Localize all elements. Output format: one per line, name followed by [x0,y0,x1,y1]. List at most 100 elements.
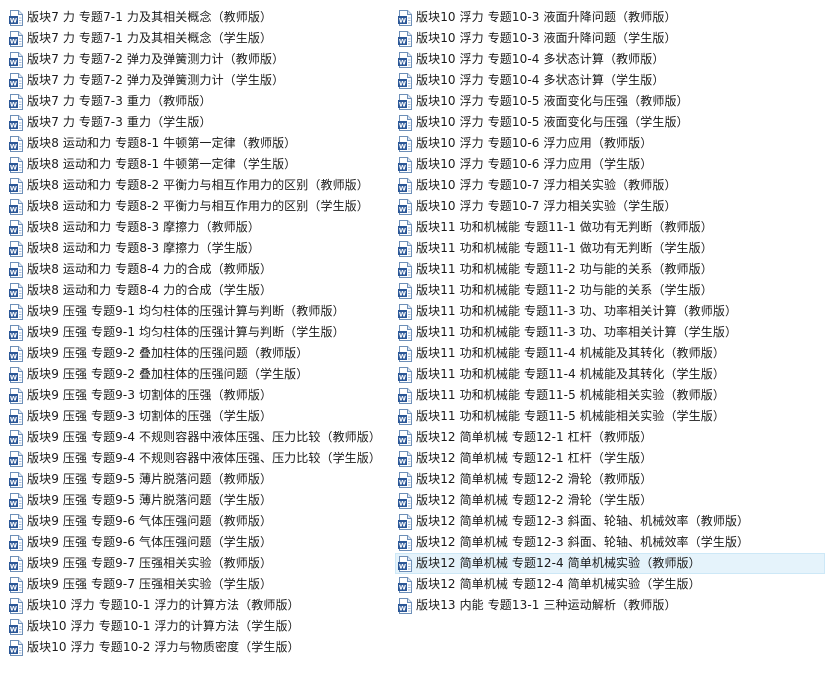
file-name: 版块9 压强 专题9-4 不规则容器中液体压强、压力比较（教师版） [27,430,381,444]
file-item[interactable]: W 版块11 功和机械能 专题11-4 机械能及其转化（学生版） [395,364,825,385]
word-document-icon: W [398,555,412,572]
file-item[interactable]: W 版块10 浮力 专题10-4 多状态计算（学生版） [395,70,825,91]
file-item[interactable]: W 版块9 压强 专题9-4 不规则容器中液体压强、压力比较（教师版） [6,427,391,448]
file-item[interactable]: W 版块10 浮力 专题10-3 液面升降问题（教师版） [395,7,825,28]
file-item[interactable]: W 版块11 功和机械能 专题11-1 做功有无判断（学生版） [395,238,825,259]
file-name: 版块12 简单机械 专题12-2 滑轮（学生版） [416,493,653,507]
file-item[interactable]: W 版块9 压强 专题9-5 薄片脱落问题（教师版） [6,469,391,490]
file-item[interactable]: W 版块11 功和机械能 专题11-5 机械能相关实验（学生版） [395,406,825,427]
svg-text:W: W [10,625,17,633]
file-item[interactable]: W 版块9 压强 专题9-1 均匀柱体的压强计算与判断（教师版） [6,301,391,322]
word-document-icon: W [9,534,23,551]
file-item[interactable]: W 版块7 力 专题7-1 力及其相关概念（教师版） [6,7,391,28]
file-item[interactable]: W 版块10 浮力 专题10-6 浮力应用（学生版） [395,154,825,175]
file-item[interactable]: W 版块9 压强 专题9-7 压强相关实验（教师版） [6,553,391,574]
file-item[interactable]: W 版块7 力 专题7-2 弹力及弹簧测力计（教师版） [6,49,391,70]
file-item[interactable]: W 版块12 简单机械 专题12-2 滑轮（教师版） [395,469,825,490]
file-name: 版块10 浮力 专题10-3 液面升降问题（学生版） [416,31,677,45]
file-item[interactable]: W 版块11 功和机械能 专题11-3 功、功率相关计算（学生版） [395,322,825,343]
svg-text:W: W [399,226,406,234]
file-name: 版块10 浮力 专题10-1 浮力的计算方法（学生版） [27,619,300,633]
file-item[interactable]: W 版块12 简单机械 专题12-3 斜面、轮轴、机械效率（教师版） [395,511,825,532]
svg-text:W: W [10,646,17,654]
file-item[interactable]: W 版块12 简单机械 专题12-4 简单机械实验（教师版） [395,553,825,574]
word-document-icon: W [398,387,412,404]
file-item[interactable]: W 版块10 浮力 专题10-7 浮力相关实验（教师版） [395,175,825,196]
file-item[interactable]: W 版块11 功和机械能 专题11-5 机械能相关实验（教师版） [395,385,825,406]
file-item[interactable]: W 版块9 压强 专题9-5 薄片脱落问题（学生版） [6,490,391,511]
file-item[interactable]: W 版块10 浮力 专题10-5 液面变化与压强（教师版） [395,91,825,112]
file-item[interactable]: W 版块7 力 专题7-2 弹力及弹簧测力计（学生版） [6,70,391,91]
svg-text:W: W [399,415,406,423]
file-item[interactable]: W 版块9 压强 专题9-3 切割体的压强（教师版） [6,385,391,406]
file-item[interactable]: W 版块9 压强 专题9-1 均匀柱体的压强计算与判断（学生版） [6,322,391,343]
word-document-icon: W [9,219,23,236]
file-item[interactable]: W 版块12 简单机械 专题12-1 杠杆（教师版） [395,427,825,448]
file-name: 版块9 压强 专题9-3 切割体的压强（教师版） [27,388,273,402]
file-name: 版块12 简单机械 专题12-3 斜面、轮轴、机械效率（教师版） [416,514,750,528]
svg-text:W: W [399,58,406,66]
word-document-icon: W [9,198,23,215]
file-item[interactable]: W 版块8 运动和力 专题8-3 摩擦力（学生版） [6,238,391,259]
svg-text:W: W [10,562,17,570]
file-name: 版块9 压强 专题9-7 压强相关实验（教师版） [27,556,273,570]
file-item[interactable]: W 版块9 压强 专题9-4 不规则容器中液体压强、压力比较（学生版） [6,448,391,469]
file-item[interactable]: W 版块10 浮力 专题10-2 浮力与物质密度（学生版） [6,637,391,658]
file-item[interactable]: W 版块8 运动和力 专题8-3 摩擦力（教师版） [6,217,391,238]
file-item[interactable]: W 版块9 压强 专题9-6 气体压强问题（学生版） [6,532,391,553]
file-item[interactable]: W 版块10 浮力 专题10-3 液面升降问题（学生版） [395,28,825,49]
word-document-icon: W [398,492,412,509]
svg-text:W: W [10,394,17,402]
svg-text:W: W [399,142,406,150]
file-item[interactable]: W 版块11 功和机械能 专题11-2 功与能的关系（学生版） [395,280,825,301]
file-item[interactable]: W 版块10 浮力 专题10-5 液面变化与压强（学生版） [395,112,825,133]
file-item[interactable]: W 版块7 力 专题7-3 重力（教师版） [6,91,391,112]
file-item[interactable]: W 版块11 功和机械能 专题11-3 功、功率相关计算（教师版） [395,301,825,322]
file-item[interactable]: W 版块8 运动和力 专题8-2 平衡力与相互作用力的区别（学生版） [6,196,391,217]
file-item[interactable]: W 版块11 功和机械能 专题11-4 机械能及其转化（教师版） [395,343,825,364]
file-item[interactable]: W 版块10 浮力 专题10-4 多状态计算（教师版） [395,49,825,70]
file-name: 版块13 内能 专题13-1 三种运动解析（教师版） [416,598,677,612]
word-document-icon: W [9,492,23,509]
file-item[interactable]: W 版块9 压强 专题9-3 切割体的压强（学生版） [6,406,391,427]
word-document-icon: W [398,345,412,362]
file-item[interactable]: W 版块10 浮力 专题10-6 浮力应用（教师版） [395,133,825,154]
file-item[interactable]: W 版块11 功和机械能 专题11-1 做功有无判断（教师版） [395,217,825,238]
svg-text:W: W [10,16,17,24]
file-item[interactable]: W 版块12 简单机械 专题12-2 滑轮（学生版） [395,490,825,511]
file-item[interactable]: W 版块8 运动和力 专题8-4 力的合成（教师版） [6,259,391,280]
svg-text:W: W [10,37,17,45]
svg-text:W: W [399,79,406,87]
file-item[interactable]: W 版块8 运动和力 专题8-2 平衡力与相互作用力的区别（教师版） [6,175,391,196]
svg-text:W: W [399,499,406,507]
word-document-icon: W [398,261,412,278]
file-item[interactable]: W 版块12 简单机械 专题12-4 简单机械实验（学生版） [395,574,825,595]
file-item[interactable]: W 版块9 压强 专题9-2 叠加柱体的压强问题（教师版） [6,343,391,364]
file-name: 版块9 压强 专题9-1 均匀柱体的压强计算与判断（学生版） [27,325,345,339]
file-item[interactable]: W 版块7 力 专题7-3 重力（学生版） [6,112,391,133]
svg-text:W: W [10,373,17,381]
word-document-icon: W [398,534,412,551]
svg-text:W: W [10,541,17,549]
file-item[interactable]: W 版块9 压强 专题9-7 压强相关实验（学生版） [6,574,391,595]
file-item[interactable]: W 版块8 运动和力 专题8-1 牛顿第一定律（教师版） [6,133,391,154]
file-item[interactable]: W 版块11 功和机械能 专题11-2 功与能的关系（教师版） [395,259,825,280]
file-item[interactable]: W 版块12 简单机械 专题12-3 斜面、轮轴、机械效率（学生版） [395,532,825,553]
file-name: 版块8 运动和力 专题8-3 摩擦力（学生版） [27,241,260,255]
file-item[interactable]: W 版块10 浮力 专题10-1 浮力的计算方法（学生版） [6,616,391,637]
file-name: 版块9 压强 专题9-2 叠加柱体的压强问题（学生版） [27,367,309,381]
file-name: 版块12 简单机械 专题12-3 斜面、轮轴、机械效率（学生版） [416,535,750,549]
word-document-icon: W [398,282,412,299]
file-item[interactable]: W 版块12 简单机械 专题12-1 杠杆（学生版） [395,448,825,469]
file-item[interactable]: W 版块7 力 专题7-1 力及其相关概念（学生版） [6,28,391,49]
file-item[interactable]: W 版块9 压强 专题9-2 叠加柱体的压强问题（学生版） [6,364,391,385]
svg-text:W: W [399,163,406,171]
file-item[interactable]: W 版块9 压强 专题9-6 气体压强问题（教师版） [6,511,391,532]
file-item[interactable]: W 版块10 浮力 专题10-1 浮力的计算方法（教师版） [6,595,391,616]
file-item[interactable]: W 版块8 运动和力 专题8-4 力的合成（学生版） [6,280,391,301]
file-item[interactable]: W 版块10 浮力 专题10-7 浮力相关实验（学生版） [395,196,825,217]
file-item[interactable]: W 版块13 内能 专题13-1 三种运动解析（教师版） [395,595,825,616]
word-document-icon: W [398,240,412,257]
svg-text:W: W [10,499,17,507]
file-item[interactable]: W 版块8 运动和力 专题8-1 牛顿第一定律（学生版） [6,154,391,175]
